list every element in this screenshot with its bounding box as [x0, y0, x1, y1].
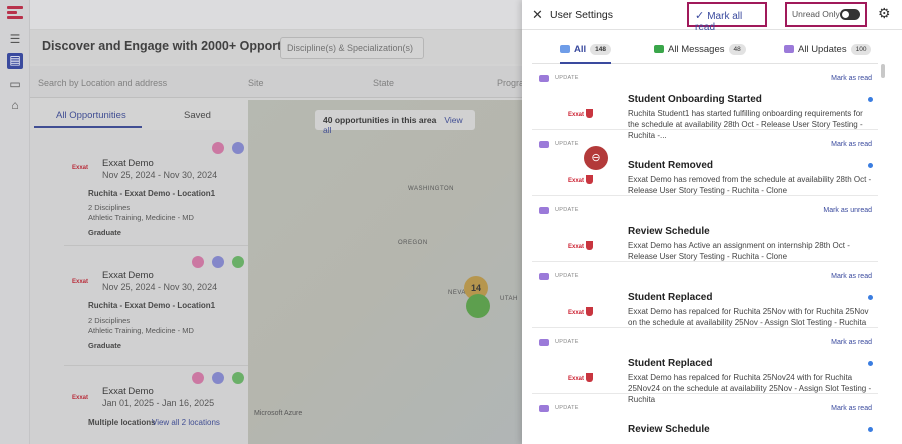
- tab-all-messages[interactable]: All Messages 48: [654, 36, 746, 64]
- notification-tabs: All 148 All Messages 48 All Updates 100: [532, 36, 878, 64]
- unread-dot: [868, 163, 873, 168]
- unread-dot: [868, 97, 873, 102]
- panel-title: User Settings: [550, 9, 614, 21]
- exxat-logo: Exxat: [568, 373, 594, 382]
- nav-documents-icon[interactable]: ▭: [8, 77, 22, 91]
- notification-item[interactable]: UPDATE Mark as read Exxat Student Replac…: [532, 330, 878, 404]
- tab-count: 148: [590, 44, 611, 55]
- update-icon: [539, 75, 549, 82]
- updates-icon: [784, 45, 794, 53]
- panel-header: ✕ User Settings ✓ Mark all read Unread On…: [522, 0, 902, 33]
- item-title: Student Onboarding Started: [628, 94, 762, 105]
- unread-dot: [868, 427, 873, 432]
- exxat-logo: Exxat: [568, 307, 594, 316]
- close-icon[interactable]: ✕: [532, 8, 543, 21]
- item-tag: UPDATE: [555, 141, 579, 147]
- mark-as-read-link[interactable]: Mark as read: [831, 141, 872, 148]
- update-icon: [539, 339, 549, 346]
- notification-item[interactable]: UPDATE Mark as read Review Schedule: [532, 396, 878, 444]
- user-removed-icon: ⊖: [584, 146, 608, 170]
- item-title: Student Replaced: [628, 292, 713, 303]
- item-tag: UPDATE: [555, 273, 579, 279]
- mark-as-unread-link[interactable]: Mark as unread: [823, 207, 872, 214]
- item-tag: UPDATE: [555, 339, 579, 345]
- mark-as-read-link[interactable]: Mark as read: [831, 339, 872, 346]
- tab-label: All Messages: [668, 44, 725, 55]
- tab-label: All Updates: [798, 44, 847, 55]
- unread-dot: [868, 361, 873, 366]
- update-icon: [539, 207, 549, 214]
- user-settings-panel: ✕ User Settings ✓ Mark all read Unread On…: [522, 0, 902, 444]
- unread-dot: [868, 295, 873, 300]
- message-icon: [654, 45, 664, 53]
- menu-icon[interactable]: ☰: [8, 32, 22, 46]
- unread-only-toggle[interactable]: [840, 9, 860, 20]
- mark-as-read-link[interactable]: Mark as read: [831, 75, 872, 82]
- item-title: Student Removed: [628, 160, 714, 171]
- item-body: Exxat Demo has removed from the schedule…: [628, 175, 872, 195]
- item-title: Review Schedule: [628, 424, 710, 435]
- tab-label: All: [574, 44, 587, 55]
- tab-all[interactable]: All 148: [560, 36, 611, 64]
- tab-count: 100: [850, 44, 872, 55]
- notification-feed: UPDATE Mark as read Exxat Student Onboar…: [532, 66, 878, 444]
- exxat-logo: Exxat: [568, 175, 594, 184]
- mark-as-read-link[interactable]: Mark as read: [831, 273, 872, 280]
- unread-only-control: Unread Only: [785, 2, 867, 27]
- notification-item[interactable]: UPDATE Mark as read ⊖ Exxat Student Remo…: [532, 132, 878, 196]
- notification-item[interactable]: UPDATE Mark as unread Exxat Review Sched…: [532, 198, 878, 262]
- notification-item[interactable]: UPDATE Mark as read Exxat Student Onboar…: [532, 66, 878, 140]
- mark-as-read-link[interactable]: Mark as read: [831, 405, 872, 412]
- nav-education-icon[interactable]: ⌂: [8, 98, 22, 112]
- notification-item[interactable]: UPDATE Mark as read Exxat Student Replac…: [532, 264, 878, 328]
- item-body: Exxat Demo has Active an assignment on i…: [628, 241, 850, 261]
- item-tag: UPDATE: [555, 405, 579, 411]
- nav-opportunities-icon[interactable]: ▤: [7, 53, 23, 69]
- exxat-logo: Exxat: [568, 241, 594, 250]
- item-tag: UPDATE: [555, 207, 579, 213]
- update-icon: [539, 273, 549, 280]
- item-title: Student Replaced: [628, 358, 713, 369]
- mark-all-read-button[interactable]: ✓ Mark all read: [687, 2, 767, 33]
- tab-all-updates[interactable]: All Updates 100: [784, 36, 872, 64]
- unread-only-label: Unread Only: [792, 9, 840, 19]
- gear-icon[interactable]: ⚙: [878, 6, 891, 20]
- update-icon: [539, 141, 549, 148]
- item-body: Exxat Demo has repalced for Ruchita 25No…: [628, 307, 869, 327]
- app-logo: [7, 6, 23, 22]
- all-icon: [560, 45, 570, 53]
- check-icon: ✓: [695, 10, 705, 22]
- item-tag: UPDATE: [555, 75, 579, 81]
- update-icon: [539, 405, 549, 412]
- modal-overlay[interactable]: [30, 30, 530, 444]
- left-nav-rail: ☰ ▤ ▭ ⌂: [0, 0, 30, 444]
- exxat-logo: Exxat: [568, 109, 594, 118]
- feed-scrollbar[interactable]: [880, 62, 886, 444]
- item-title: Review Schedule: [628, 226, 710, 237]
- tab-count: 48: [728, 44, 746, 55]
